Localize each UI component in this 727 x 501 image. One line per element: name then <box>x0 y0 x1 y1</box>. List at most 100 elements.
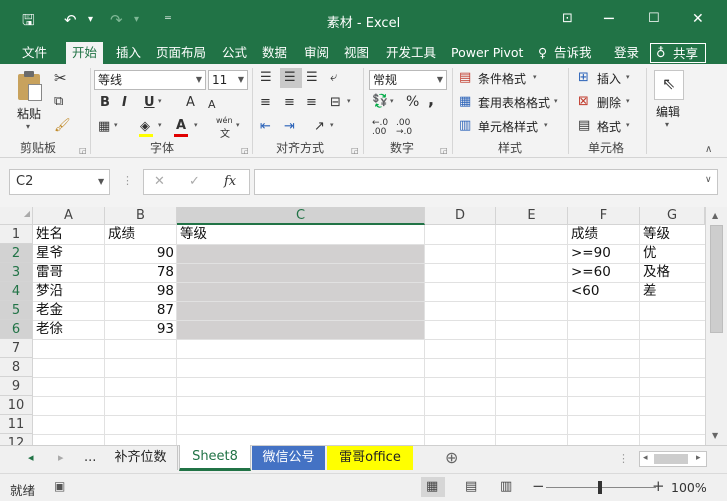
minimize-icon[interactable]: ─ <box>604 8 614 30</box>
column-header-d[interactable]: D <box>425 207 496 225</box>
scroll-down-icon[interactable]: ▼ <box>712 431 718 440</box>
redo-icon[interactable]: ↷ <box>110 10 123 30</box>
tab-page-layout[interactable]: 页面布局 <box>156 42 206 64</box>
orientation-icon[interactable]: ↗ <box>314 119 325 135</box>
phonetic-dropdown-icon[interactable]: ▾ <box>236 121 240 129</box>
shrink-font-button[interactable]: A <box>208 97 216 113</box>
zoom-slider-handle[interactable] <box>598 481 602 494</box>
bold-button[interactable]: B <box>100 95 110 111</box>
increase-indent-icon[interactable]: ⇥ <box>284 119 295 135</box>
cell-b4[interactable]: 98 <box>106 282 174 301</box>
align-center-icon[interactable]: ≡ <box>284 95 295 111</box>
align-right-icon[interactable]: ≡ <box>306 95 317 111</box>
number-format-select[interactable]: 常规 ▼ <box>369 70 447 90</box>
expand-formula-icon[interactable]: ∨ <box>705 175 712 185</box>
cell-b6[interactable]: 93 <box>106 320 174 339</box>
cell-g1[interactable]: 等级 <box>643 225 703 244</box>
page-layout-view-icon[interactable]: ▤ <box>465 479 477 494</box>
cell-a5[interactable]: 老金 <box>36 301 102 320</box>
sheet-next-icon[interactable]: ▸ <box>58 451 64 464</box>
fill-color-icon[interactable]: ◈ <box>140 119 150 135</box>
cell-f4[interactable]: <60 <box>571 282 637 301</box>
format-as-table-button[interactable]: 套用表格格式 <box>478 95 550 111</box>
sheet-tab-buqiweishu[interactable]: 补齐位数 <box>104 446 178 470</box>
page-break-view-icon[interactable]: ▥ <box>500 479 512 494</box>
row-header-11[interactable]: 11 <box>0 415 33 434</box>
column-header-g[interactable]: G <box>640 207 705 225</box>
worksheet-grid[interactable]: ◢ A B C D E F G 1 2 3 4 5 6 7 8 9 10 11 … <box>0 207 705 445</box>
paste-icon[interactable] <box>16 70 46 102</box>
editing-button[interactable]: ⇖ <box>654 70 684 100</box>
cell-f2[interactable]: >=90 <box>571 244 637 263</box>
save-icon[interactable]: 🖫 <box>22 10 35 30</box>
macro-record-icon[interactable]: ▣ <box>54 479 65 493</box>
cancel-icon[interactable]: ✕ <box>154 174 165 189</box>
undo-icon[interactable]: ↶ <box>64 10 77 30</box>
add-sheet-icon[interactable]: ⊕ <box>445 448 458 467</box>
column-header-b[interactable]: B <box>105 207 177 225</box>
enter-icon[interactable]: ✓ <box>189 174 200 189</box>
column-header-f[interactable]: F <box>568 207 640 225</box>
number-launcher-icon[interactable]: ◲ <box>440 146 448 155</box>
cell-g2[interactable]: 优 <box>643 244 703 263</box>
align-middle-icon[interactable]: ☰ <box>284 70 296 86</box>
row-header-3[interactable]: 3 <box>0 263 33 282</box>
conditional-formatting-button[interactable]: 条件格式 <box>478 71 526 87</box>
font-launcher-icon[interactable]: ◲ <box>241 146 249 155</box>
comma-button[interactable]: , <box>428 92 434 108</box>
align-top-icon[interactable]: ☰ <box>260 70 272 86</box>
cell-b2[interactable]: 90 <box>106 244 174 263</box>
tab-review[interactable]: 审阅 <box>304 42 329 64</box>
row-header-12[interactable]: 12 <box>0 434 33 445</box>
cell-b5[interactable]: 87 <box>106 301 174 320</box>
cell-a6[interactable]: 老徐 <box>36 320 102 339</box>
h-scroll-thumb[interactable] <box>654 454 688 464</box>
underline-button[interactable]: U <box>144 95 155 111</box>
borders-dropdown-icon[interactable]: ▾ <box>114 121 118 129</box>
row-header-9[interactable]: 9 <box>0 377 33 396</box>
cell-f1[interactable]: 成绩 <box>571 225 637 244</box>
scroll-thumb[interactable] <box>710 225 723 333</box>
accounting-dropdown-icon[interactable]: ▾ <box>390 97 394 105</box>
italic-button[interactable]: I <box>122 95 127 111</box>
row-header-5[interactable]: 5 <box>0 301 33 320</box>
paste-dropdown-icon[interactable]: ▾ <box>26 122 30 131</box>
row-header-8[interactable]: 8 <box>0 358 33 377</box>
row-header-7[interactable]: 7 <box>0 339 33 358</box>
cell-b1[interactable]: 成绩 <box>108 225 174 244</box>
tab-data[interactable]: 数据 <box>262 42 287 64</box>
fill-dropdown-icon[interactable]: ▾ <box>158 121 162 129</box>
ribbon-display-options-icon[interactable]: ⊡ <box>562 8 573 30</box>
zoom-level[interactable]: 100% <box>671 480 707 495</box>
cell-styles-button[interactable]: 单元格样式 <box>478 119 538 135</box>
collapse-ribbon-icon[interactable]: ∧ <box>705 144 712 155</box>
format-cells-icon[interactable]: ▤ <box>578 118 590 134</box>
grow-font-button[interactable]: A <box>186 95 195 111</box>
align-bottom-icon[interactable]: ☰ <box>306 70 318 86</box>
column-header-c[interactable]: C <box>177 207 425 225</box>
restore-icon[interactable]: ☐ <box>648 8 660 30</box>
column-header-a[interactable]: A <box>33 207 105 225</box>
sheet-tab-sheet8[interactable]: Sheet8 <box>179 445 251 471</box>
tab-home[interactable]: 开始 <box>66 42 104 64</box>
tell-me-search[interactable]: 告诉我 <box>554 42 592 64</box>
cell-g3[interactable]: 及格 <box>643 263 703 282</box>
font-name-select[interactable]: 等线 ▼ <box>94 70 206 90</box>
row-header-1[interactable]: 1 <box>0 225 33 244</box>
orientation-dropdown-icon[interactable]: ▾ <box>330 121 334 129</box>
close-icon[interactable]: ✕ <box>692 8 704 30</box>
tab-insert[interactable]: 插入 <box>116 42 141 64</box>
sheet-prev-icon[interactable]: ◂ <box>28 451 34 464</box>
paste-button[interactable]: 粘贴 <box>17 106 41 122</box>
row-header-4[interactable]: 4 <box>0 282 33 301</box>
horizontal-scrollbar[interactable]: ◂ ▸ <box>639 451 707 467</box>
name-box[interactable]: C2 ▼ <box>9 169 110 195</box>
cell-a4[interactable]: 梦沿 <box>36 282 102 301</box>
increase-decimal-icon[interactable]: ←.0.00 <box>372 119 388 137</box>
editing-dropdown-icon[interactable]: ▾ <box>665 120 669 129</box>
row-header-2[interactable]: 2 <box>0 244 33 263</box>
clipboard-launcher-icon[interactable]: ◲ <box>79 146 87 155</box>
decrease-indent-icon[interactable]: ⇤ <box>260 119 271 135</box>
format-cells-button[interactable]: 格式 <box>597 119 621 135</box>
sign-in-link[interactable]: 登录 <box>614 42 639 64</box>
